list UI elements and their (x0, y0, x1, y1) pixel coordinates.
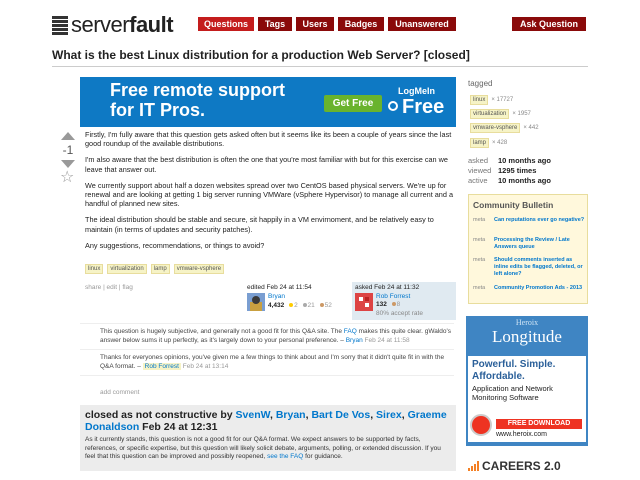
site-logo[interactable]: serverfault (52, 12, 174, 38)
nav-badges[interactable]: Badges (338, 17, 384, 31)
comment-user-link[interactable]: Bryan (346, 337, 363, 344)
community-bulletin: Community Bulletin meta Can reputations e… (468, 194, 588, 304)
logo-bars-icon (52, 15, 68, 35)
comment-user-link[interactable]: Rob Forrest (142, 362, 181, 370)
question-paragraph: The ideal distribution should be stable … (85, 215, 434, 234)
tag-linux[interactable]: linux (85, 264, 104, 274)
tag-vmware-vsphere[interactable]: vmware-vsphere (173, 264, 225, 274)
tag-virtualization[interactable]: virtualization (107, 264, 147, 274)
ad-description: Application and Network Monitoring Softwa… (472, 384, 553, 402)
faq-link[interactable]: see the FAQ (267, 453, 303, 460)
careers-link[interactable]: CAREERS 2.0 (468, 458, 588, 474)
edited-time: edited Feb 24 at 11:54 (247, 284, 312, 291)
editor-name-link[interactable]: Bryan (268, 293, 285, 301)
comment-time: Feb 24 at 11:58 (364, 336, 410, 344)
asker-name-link[interactable]: Rob Forrest (376, 293, 410, 301)
avatar[interactable] (247, 293, 265, 311)
asker-signature: asked Feb 24 at 11:32 Rob Forrest 132 8 … (352, 282, 456, 320)
closer-link[interactable]: SvenW (236, 409, 270, 421)
question-paragraph: We currently support about half a dozen … (85, 180, 454, 209)
sidebar-tag[interactable]: virtualization × 1957 (470, 109, 531, 119)
gold-badge-icon (289, 303, 294, 307)
bronze-badge-icon (391, 302, 396, 306)
editor-reputation: 4,432 2 21 52 (268, 302, 332, 309)
free-download-button[interactable]: FREE DOWNLOAD (496, 419, 582, 429)
editor-signature: edited Feb 24 at 11:54 Bryan 4,432 2 21 … (247, 284, 343, 318)
comment-time: Feb 24 at 13:14 (182, 362, 229, 370)
upvote-icon[interactable] (61, 132, 75, 140)
heroix-logo-icon (470, 414, 492, 436)
closed-notice: closed as not constructive by SvenW, Bry… (80, 405, 456, 471)
avatar[interactable] (355, 293, 373, 311)
question-tags: linux virtualization lamp vmware-vsphere (85, 264, 225, 274)
downvote-icon[interactable] (61, 160, 75, 168)
closer-link[interactable]: Bryan (276, 409, 306, 421)
bulletin-item[interactable]: meta Can reputations ever go negative? (473, 217, 587, 224)
accept-rate: 80% accept rate (376, 310, 423, 317)
nav-questions[interactable]: Questions (198, 17, 254, 31)
banner-headline: Free remote support for IT Pros. (110, 80, 286, 120)
bronze-badge-icon (319, 303, 324, 307)
closed-body: As it currently stands, this question is… (85, 436, 441, 461)
question-title[interactable]: What is the best Linux distribution for … (52, 48, 572, 62)
question-stats: asked 10 months ago viewed 1295 times acti… (468, 156, 551, 185)
vote-score: -1 (62, 143, 74, 157)
ad-brand: Heroix (515, 318, 539, 327)
tag-lamp[interactable]: lamp (150, 264, 170, 274)
favorite-star-icon[interactable]: ☆ (60, 170, 74, 186)
bulletin-item[interactable]: meta Community Promotion Ads - 2013 (473, 285, 587, 292)
ad-url: www.heroix.com (496, 431, 547, 438)
vote-panel: -1 (60, 132, 76, 168)
power-icon (388, 101, 398, 111)
post-menu[interactable]: share | edit | flag (85, 284, 133, 291)
logmein-banner-ad[interactable]: Free remote support for IT Pros. Get Free… (80, 77, 456, 127)
nav-tags[interactable]: Tags (258, 17, 292, 31)
ad-tagline: Powerful. Simple. Affordable. (472, 359, 556, 382)
question-paragraph: Firstly, I'm fully aware that this quest… (85, 130, 452, 149)
sidebar-tag[interactable]: linux × 17727 (470, 95, 513, 105)
comment: Thanks for everyones opinions, you've gi… (80, 350, 454, 376)
faq-link[interactable]: FAQ (344, 328, 357, 335)
tagged-label: tagged (468, 79, 493, 88)
asker-reputation: 132 8 (376, 301, 401, 308)
careers-bars-icon (468, 461, 479, 471)
title-divider (52, 66, 588, 67)
nav-unanswered[interactable]: Unanswered (388, 17, 456, 31)
comment: This question is hugely subjective, and … (80, 324, 454, 350)
asked-time: asked Feb 24 at 11:32 (355, 284, 420, 291)
bulletin-item[interactable]: meta Should comments inserted as inline e… (473, 257, 587, 278)
add-comment-link[interactable]: add comment (100, 389, 139, 396)
ask-question-button[interactable]: Ask Question (512, 17, 586, 31)
bulletin-title: Community Bulletin (473, 200, 554, 210)
silver-badge-icon (302, 303, 307, 307)
banner-brand: LogMeIn (398, 86, 435, 96)
banner-free-text: Free (402, 96, 445, 118)
logo-text: serverfault (71, 12, 174, 37)
heroix-sidebar-ad[interactable]: Heroix Longitude Powerful. Simple. Afford… (466, 316, 588, 446)
sidebar-tag[interactable]: vmware-vsphere × 442 (470, 123, 539, 133)
closed-heading: closed as not constructive by SvenW, Bry… (85, 409, 447, 433)
question-body: Firstly, I'm fully aware that this quest… (85, 130, 455, 257)
closer-link[interactable]: Bart De Vos (311, 409, 370, 421)
bulletin-item[interactable]: meta Processing the Review / Late Answers… (473, 237, 587, 251)
question-paragraph: I'm also aware that the best distributio… (85, 155, 448, 174)
sidebar-tag[interactable]: lamp × 428 (470, 138, 507, 148)
closer-link[interactable]: Sirex (376, 409, 402, 421)
nav-users[interactable]: Users (296, 17, 334, 31)
ad-product: Longitude (492, 327, 562, 346)
question-paragraph: Any suggestions, recommendations, or thi… (85, 240, 265, 250)
banner-get-free-button[interactable]: Get Free (324, 95, 382, 112)
careers-text: CAREERS 2.0 (482, 459, 561, 473)
comments-list: This question is hugely subjective, and … (80, 323, 454, 376)
closed-time: Feb 24 at 12:31 (142, 421, 218, 433)
